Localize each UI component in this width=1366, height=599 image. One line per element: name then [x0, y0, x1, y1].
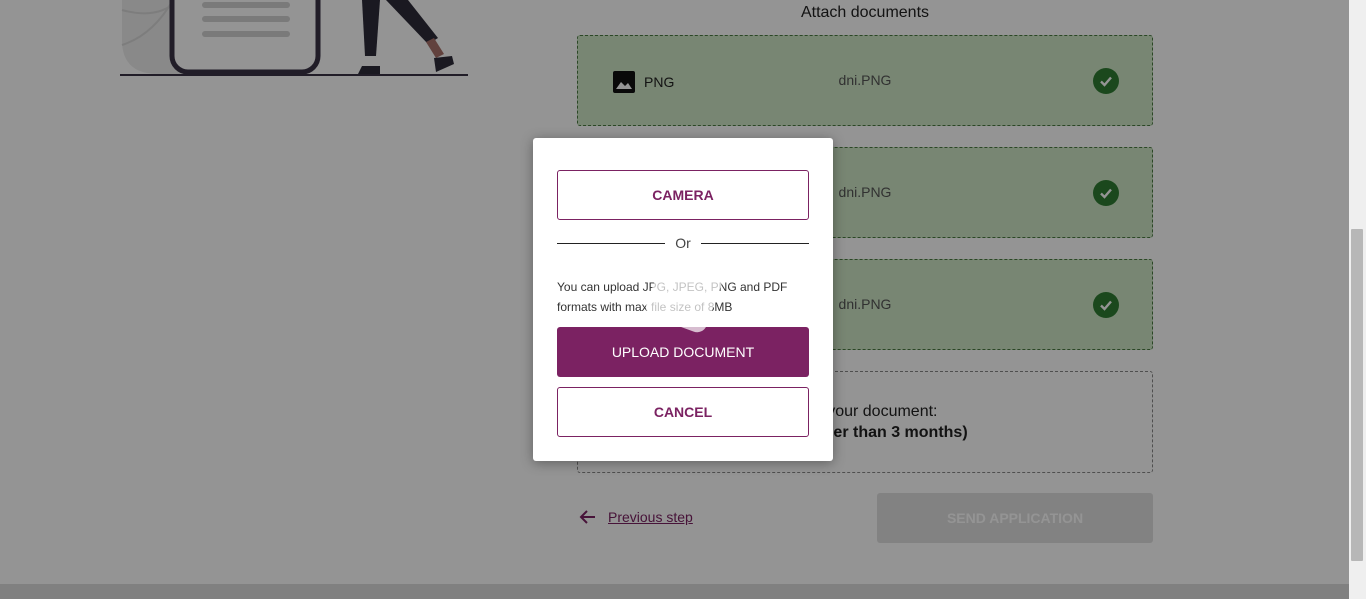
scrollbar[interactable] — [1349, 0, 1366, 599]
camera-button[interactable]: CAMERA — [557, 170, 809, 220]
or-divider: Or — [557, 234, 809, 252]
scrollbar-thumb[interactable] — [1351, 229, 1363, 561]
cancel-button[interactable]: CANCEL — [557, 387, 809, 437]
upload-document-button[interactable]: UPLOAD DOCUMENT — [557, 327, 809, 377]
